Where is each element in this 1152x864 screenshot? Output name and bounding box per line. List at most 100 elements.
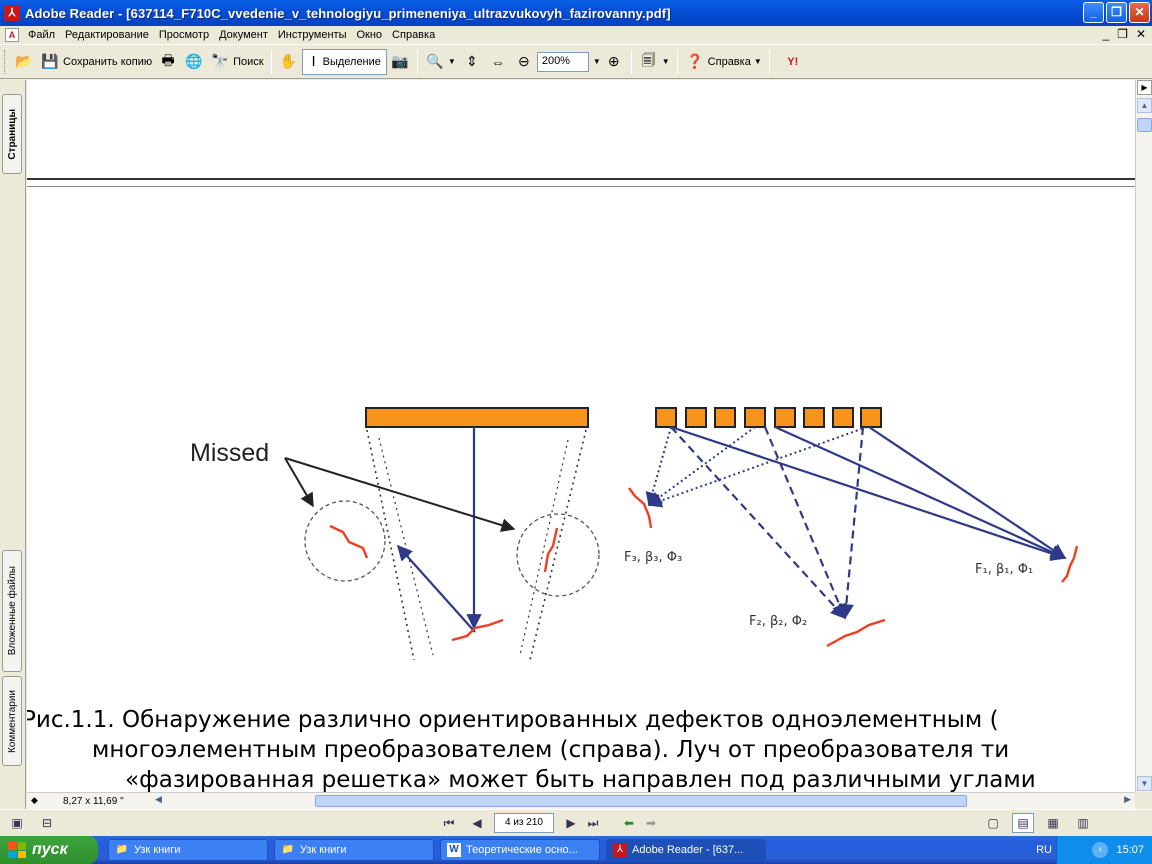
go-forward-icon[interactable]: ➡ — [640, 813, 662, 833]
email-button[interactable]: 🌐 — [181, 49, 207, 75]
clock: 15:07 — [1116, 844, 1144, 856]
help-button[interactable]: ❓ Справка ▼ — [682, 49, 765, 75]
zoom-out-button[interactable]: ⊖ — [511, 49, 537, 75]
open-folder-icon: 📂 — [15, 53, 33, 69]
tab-comments[interactable]: Комментарии — [2, 676, 22, 766]
select-tool-label: Выделение — [322, 55, 381, 68]
zoom-in-icon: ⊕ — [607, 53, 620, 69]
array-element — [685, 407, 707, 428]
taskbar-item-word[interactable]: W Теоретические осно... — [440, 839, 600, 861]
search-button[interactable]: 🔭 Поиск — [207, 49, 266, 75]
continuous-facing-view-icon[interactable]: ▥ — [1072, 813, 1094, 833]
vertical-scrollbar[interactable]: ▶ ▲ ▼ — [1135, 80, 1152, 792]
facing-view-icon[interactable]: ▦ — [1042, 813, 1064, 833]
zoom-level-field[interactable]: 200% — [536, 51, 589, 72]
defect-f3 — [628, 487, 653, 529]
open-button[interactable]: 📂 — [11, 49, 37, 75]
floppy-disk-icon: 💾 — [41, 53, 59, 69]
continuous-view-icon[interactable]: ▤ — [1012, 813, 1034, 833]
start-label: пуск — [32, 841, 68, 858]
zoom-in-button[interactable]: ⊕ — [601, 49, 627, 75]
label-f1: F₁, β₁, Φ₁ — [975, 562, 1033, 577]
fit-page-button[interactable]: ⇕ — [459, 49, 485, 75]
select-tool-button[interactable]: Ⅰ Выделение — [301, 48, 387, 75]
save-copy-button[interactable]: 💾 Сохранить копию — [37, 49, 155, 75]
page-number-field[interactable]: 4 из 210 — [494, 813, 554, 833]
menu-document[interactable]: Документ — [214, 29, 273, 41]
scroll-left-icon[interactable]: ◀ — [155, 794, 162, 805]
page-size-toggle-icon[interactable]: ◆ — [31, 795, 38, 806]
dropdown-arrow-icon: ▼ — [661, 57, 670, 66]
snapshot-button[interactable]: 📷 — [387, 49, 413, 75]
next-page-icon[interactable]: ▶ — [560, 813, 582, 833]
menu-view[interactable]: Просмотр — [154, 29, 214, 41]
start-button[interactable]: пуск — [0, 836, 98, 864]
missed-zone-left — [304, 500, 386, 582]
scroll-thumb[interactable] — [1137, 118, 1152, 132]
doc-close-icon[interactable]: ✕ — [1136, 27, 1146, 41]
beam-edge-right-outer — [529, 429, 587, 661]
array-element — [774, 407, 796, 428]
toolbar-grip — [4, 49, 7, 74]
fit-page-icon: ⇕ — [465, 53, 478, 69]
taskbar-item-folder-1[interactable]: 📁 Узк книги — [108, 839, 268, 861]
print-button[interactable]: 🖶 — [155, 49, 181, 75]
tab-pages[interactable]: Страницы — [2, 94, 22, 174]
first-page-icon[interactable]: ⏮ — [438, 813, 460, 833]
page-size-label: 8,27 x 11,69 " — [63, 795, 124, 807]
folder-icon: 📁 — [281, 844, 295, 855]
window-title: Adobe Reader - [637114_F710C_vvedenie_v_… — [25, 5, 671, 21]
scroll-down-icon[interactable]: ▼ — [1137, 776, 1152, 791]
label-f2: F₂, β₂, Φ₂ — [749, 614, 807, 629]
menu-help[interactable]: Справка — [387, 29, 440, 41]
menu-tools[interactable]: Инструменты — [273, 29, 352, 41]
panel-expand-icon[interactable]: ▶ — [1137, 80, 1152, 95]
doc-restore-icon[interactable]: ❐ — [1117, 27, 1128, 41]
fit-width-button[interactable]: ⇔ — [485, 49, 511, 75]
toolbar: 📂 💾 Сохранить копию 🖶 🌐 🔭 Поиск ✋ Ⅰ Выде… — [0, 44, 1152, 79]
windows-flag-icon — [8, 842, 26, 858]
tray-expand-icon[interactable]: ‹ — [1092, 842, 1109, 858]
menu-edit[interactable]: Редактирование — [60, 29, 154, 41]
language-indicator[interactable]: RU — [1036, 844, 1052, 856]
document-menu-icon[interactable]: A — [5, 28, 19, 42]
collapse-icon[interactable]: ⊟ — [36, 813, 58, 833]
window-controls: _ ❐ ✕ — [1083, 2, 1150, 23]
tab-attachments[interactable]: Вложенные файлы — [2, 550, 22, 672]
document-view[interactable]: Missed F₃, β₃, Φ₃ F₂, β₂, Φ₂ F₁, β₁, Φ₁ … — [27, 80, 1135, 792]
taskbar-item-adobe-reader[interactable]: ⅄ Adobe Reader - [637... — [606, 839, 766, 861]
toolbar-separator — [270, 49, 272, 74]
last-page-icon[interactable]: ⏭ — [582, 813, 604, 833]
zoom-tool-button[interactable]: 🔍 ▼ — [422, 49, 459, 75]
menu-window[interactable]: Окно — [351, 29, 387, 41]
page-navigation-bar: ▣ ⊟ ⏮ ◀ 4 из 210 ▶ ⏭ ⬅ ➡ ▢ ▤ ▦ ▥ — [0, 809, 1152, 836]
go-back-icon[interactable]: ⬅ — [618, 813, 640, 833]
caption-line-3: «фазированная решетка» может быть направ… — [125, 767, 1036, 792]
search-label: Поиск — [233, 55, 264, 68]
doc-minimize-icon[interactable]: _ — [1102, 27, 1109, 41]
previous-page-icon[interactable]: ◀ — [466, 813, 488, 833]
taskbar-item-folder-2[interactable]: 📁 Узк книги — [274, 839, 434, 861]
page-rotate-icon: 🗐 — [641, 51, 656, 68]
missed-zone-right — [516, 513, 600, 597]
title-bar: ⅄ Adobe Reader - [637114_F710C_vvedenie_… — [0, 0, 1152, 26]
rotate-button[interactable]: 🗐 ▼ — [636, 49, 673, 75]
scroll-up-icon[interactable]: ▲ — [1137, 98, 1152, 113]
toggle-panel-icon[interactable]: ▣ — [6, 813, 28, 833]
minimize-button[interactable]: _ — [1083, 2, 1104, 23]
restore-button[interactable]: ❐ — [1106, 2, 1127, 23]
zoom-in-magnifier-icon: 🔍 — [426, 53, 444, 69]
zoom-dropdown-icon[interactable]: ▼ — [593, 57, 601, 66]
missed-arrow-right — [284, 457, 516, 532]
adobe-reader-icon: ⅄ — [613, 843, 627, 857]
single-page-view-icon[interactable]: ▢ — [982, 813, 1004, 833]
word-document-icon: W — [447, 843, 461, 857]
close-button[interactable]: ✕ — [1129, 2, 1150, 23]
yahoo-toolbar-button[interactable]: Y! — [774, 49, 812, 75]
hand-tool-button[interactable]: ✋ — [276, 49, 302, 75]
scroll-right-icon[interactable]: ▶ — [1124, 794, 1131, 805]
horizontal-scroll-thumb[interactable] — [315, 795, 967, 807]
text-cursor-icon: Ⅰ — [311, 53, 316, 69]
menu-file[interactable]: Файл — [23, 29, 60, 41]
beam-group-f1 — [670, 425, 1067, 561]
